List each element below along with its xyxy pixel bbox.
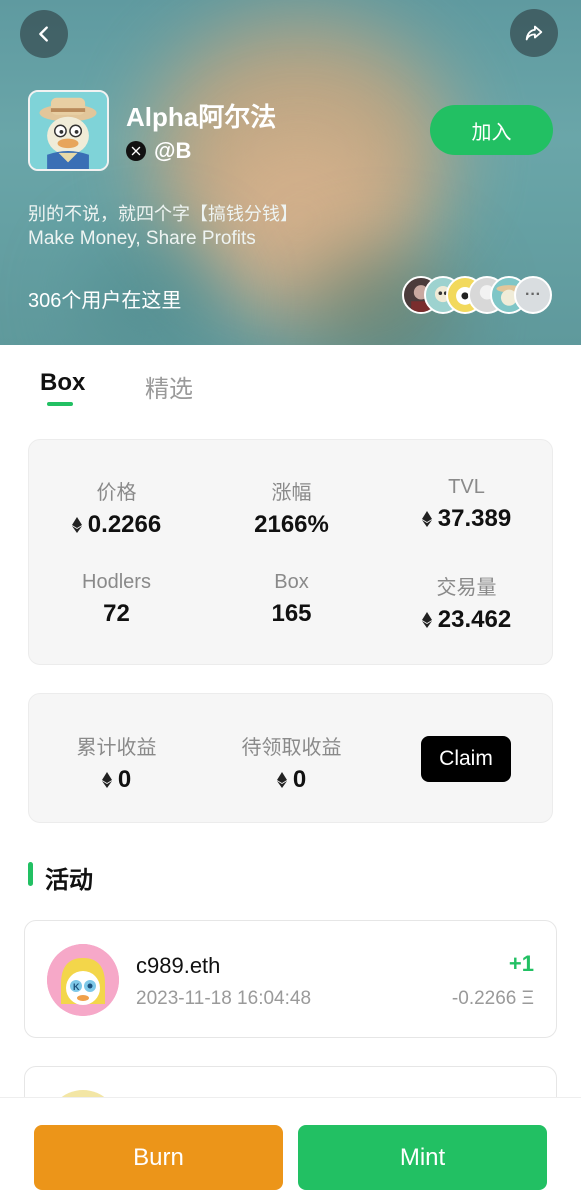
- earnings-value-row: 0: [29, 766, 204, 794]
- member-avatars[interactable]: ···: [402, 276, 554, 314]
- community-avatar: [28, 90, 109, 171]
- eth-icon: [276, 772, 287, 788]
- earnings-value-row: 0: [204, 766, 379, 794]
- earnings-label: 累计收益: [76, 737, 157, 759]
- stat-value: 23.462: [437, 606, 512, 633]
- earnings-value: 0: [292, 766, 307, 793]
- stat-volume: 交易量 23.462: [379, 571, 554, 634]
- description-chinese: 别的不说，就四个字【搞钱分钱】: [28, 204, 298, 224]
- stat-label: Box: [274, 571, 309, 593]
- burn-button[interactable]: Burn: [34, 1125, 283, 1190]
- back-button[interactable]: [20, 10, 68, 58]
- stat-label: Hodlers: [82, 571, 151, 593]
- handle-text: @B: [154, 138, 192, 163]
- stat-price: 价格 0.2266: [29, 476, 204, 539]
- stat-label: 交易量: [436, 577, 497, 599]
- eth-icon: [421, 511, 432, 527]
- stat-hodlers: Hodlers 72: [29, 571, 204, 628]
- more-members-icon[interactable]: ···: [514, 276, 552, 314]
- stat-value: 72: [103, 600, 130, 627]
- share-icon: [525, 25, 543, 41]
- stat-value-row: 37.389: [379, 505, 554, 533]
- total-earnings: 累计收益 0: [29, 731, 204, 794]
- pending-earnings: 待领取收益 0: [204, 731, 379, 794]
- stat-label: 涨幅: [271, 482, 312, 504]
- activity-timestamp: 2023-11-18 16:04:48: [136, 988, 312, 1009]
- stat-value-row: 23.462: [379, 606, 554, 634]
- claim-button[interactable]: Claim: [421, 736, 511, 782]
- x-logo-icon: [126, 141, 146, 161]
- stat-value: 165: [271, 600, 312, 627]
- stat-tvl: TVL 37.389: [379, 476, 554, 533]
- stat-value-row: 0.2266: [29, 511, 204, 539]
- earnings-label: 待领取收益: [241, 737, 342, 759]
- tab-box[interactable]: Box: [40, 369, 85, 397]
- activity-title: 活动: [45, 867, 93, 894]
- stat-label: 价格: [96, 482, 137, 504]
- share-button[interactable]: [510, 9, 558, 57]
- activity-amount: -0.2266 Ξ: [451, 988, 534, 1009]
- earnings-value: 0: [117, 766, 132, 793]
- eth-icon: [421, 612, 432, 628]
- stat-value-row: 2166%: [204, 511, 379, 539]
- activity-avatar: K: [47, 944, 119, 1016]
- active-tab-indicator: [47, 402, 73, 406]
- stat-value: 37.389: [437, 505, 512, 532]
- stats-card: 价格 0.2266 涨幅 2166% TVL 37.389 Hodlers 72…: [28, 439, 553, 665]
- join-button[interactable]: 加入: [430, 105, 553, 155]
- section-accent-bar: [28, 862, 33, 886]
- mint-button[interactable]: Mint: [298, 1125, 547, 1190]
- stat-value: 2166%: [254, 511, 329, 538]
- svg-text:K: K: [73, 982, 80, 992]
- user-count: 306个用户在这里: [28, 290, 182, 312]
- tab-bar: Box 精选: [0, 345, 581, 415]
- activity-item[interactable]: K c989.eth 2023-11-18 16:04:48 +1 -0.226…: [24, 920, 557, 1038]
- chevron-left-icon: [39, 26, 48, 42]
- stat-change: 涨幅 2166%: [204, 476, 379, 539]
- earnings-card: 累计收益 0 待领取收益 0 Claim: [28, 693, 553, 823]
- activity-user-name: c989.eth: [136, 953, 221, 978]
- activity-box-delta: +1: [508, 951, 534, 976]
- eth-icon: [71, 517, 82, 533]
- stat-value: 0.2266: [87, 511, 162, 538]
- description-english: Make Money, Share Profits: [28, 228, 256, 249]
- stat-value-row: 72: [29, 600, 204, 628]
- stat-label: TVL: [448, 476, 485, 498]
- social-handle[interactable]: @B: [126, 138, 191, 164]
- stat-box: Box 165: [204, 571, 379, 628]
- community-title: Alpha阿尔法: [126, 102, 277, 132]
- stat-value-row: 165: [204, 600, 379, 628]
- tab-featured[interactable]: 精选: [145, 369, 193, 404]
- eth-icon: [101, 772, 112, 788]
